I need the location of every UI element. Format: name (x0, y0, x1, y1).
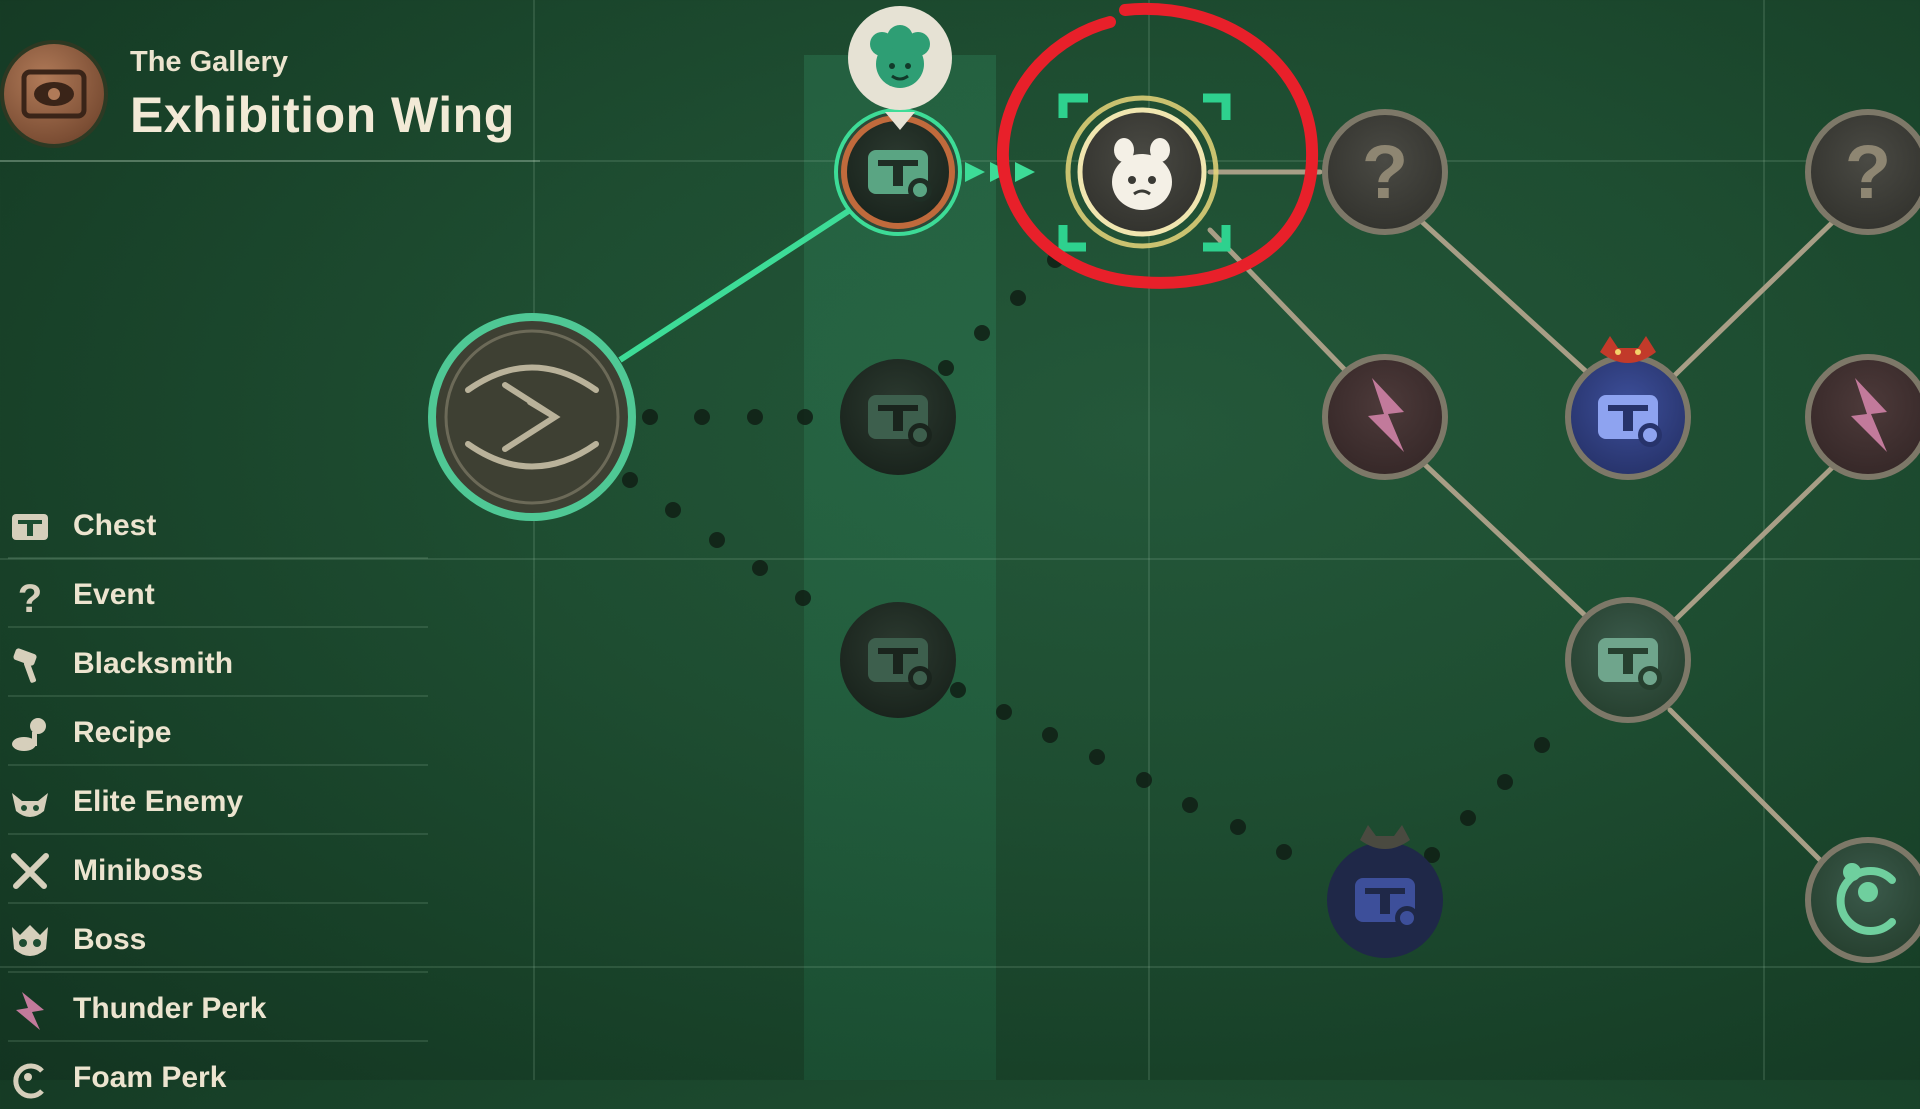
event-node-top-right[interactable]: ? (1805, 109, 1920, 235)
header-divider (0, 160, 540, 162)
legend-item-foam-perk: Foam Perk (8, 1049, 428, 1109)
area-header: The Gallery Exhibition Wing (0, 40, 560, 162)
legend-label: Foam Perk (73, 1061, 227, 1094)
question-mark-icon: ? (18, 577, 42, 618)
thunder-perk-node-2[interactable] (1805, 354, 1920, 480)
eye-emblem-icon (4, 44, 104, 144)
path-active (618, 207, 852, 363)
legend-label: Chest (73, 509, 157, 542)
chest-node-mid[interactable] (840, 359, 956, 475)
area-title: Exhibition Wing (130, 87, 515, 143)
chest-icon (12, 514, 48, 540)
legend-item-event: ? Event (8, 566, 428, 628)
legend-label: Elite Enemy (73, 785, 244, 818)
chest-node-low[interactable] (840, 602, 956, 718)
current-chest-node[interactable] (834, 108, 962, 236)
question-mark-icon: ? (1845, 130, 1891, 215)
legend-label: Event (73, 578, 155, 611)
foam-perk-node[interactable] (1805, 837, 1920, 963)
legend-item-boss: Boss (8, 911, 428, 973)
lightning-icon (16, 992, 44, 1030)
foam-icon (13, 1063, 44, 1099)
legend-item-recipe: Recipe (8, 704, 428, 766)
legend-item-elite-enemy: Elite Enemy (8, 773, 428, 835)
boss-skull-icon (12, 925, 48, 956)
hammer-icon (13, 648, 37, 683)
legend-item-blacksmith: Blacksmith (8, 635, 428, 697)
path-dots (622, 252, 1550, 863)
crossed-swords-icon (11, 853, 49, 889)
legend-label: Recipe (73, 716, 172, 749)
svg-text:?: ? (18, 577, 42, 618)
question-mark-icon: ? (1362, 130, 1408, 215)
thunder-perk-node-1[interactable] (1322, 354, 1448, 480)
legend-label: Boss (73, 923, 147, 956)
legend-item-chest: Chest (8, 497, 428, 559)
area-subtitle: The Gallery (130, 46, 288, 78)
legend-item-miniboss: Miniboss (8, 842, 428, 904)
legend-item-thunder-perk: Thunder Perk (8, 980, 428, 1042)
chest-node-right[interactable] (1565, 597, 1691, 723)
elite-enemy-icon (12, 793, 48, 817)
elite-chest-node[interactable] (1565, 336, 1691, 480)
event-node-top[interactable]: ? (1322, 109, 1448, 235)
legend-label: Blacksmith (73, 647, 234, 680)
path-inactive (1207, 169, 1843, 873)
selected-node[interactable] (1058, 93, 1231, 252)
recipe-icon (12, 718, 46, 751)
start-node[interactable] (428, 313, 636, 521)
miniboss-chest-node[interactable] (1327, 825, 1443, 958)
legend-label: Thunder Perk (73, 992, 267, 1025)
legend-label: Miniboss (73, 854, 204, 887)
